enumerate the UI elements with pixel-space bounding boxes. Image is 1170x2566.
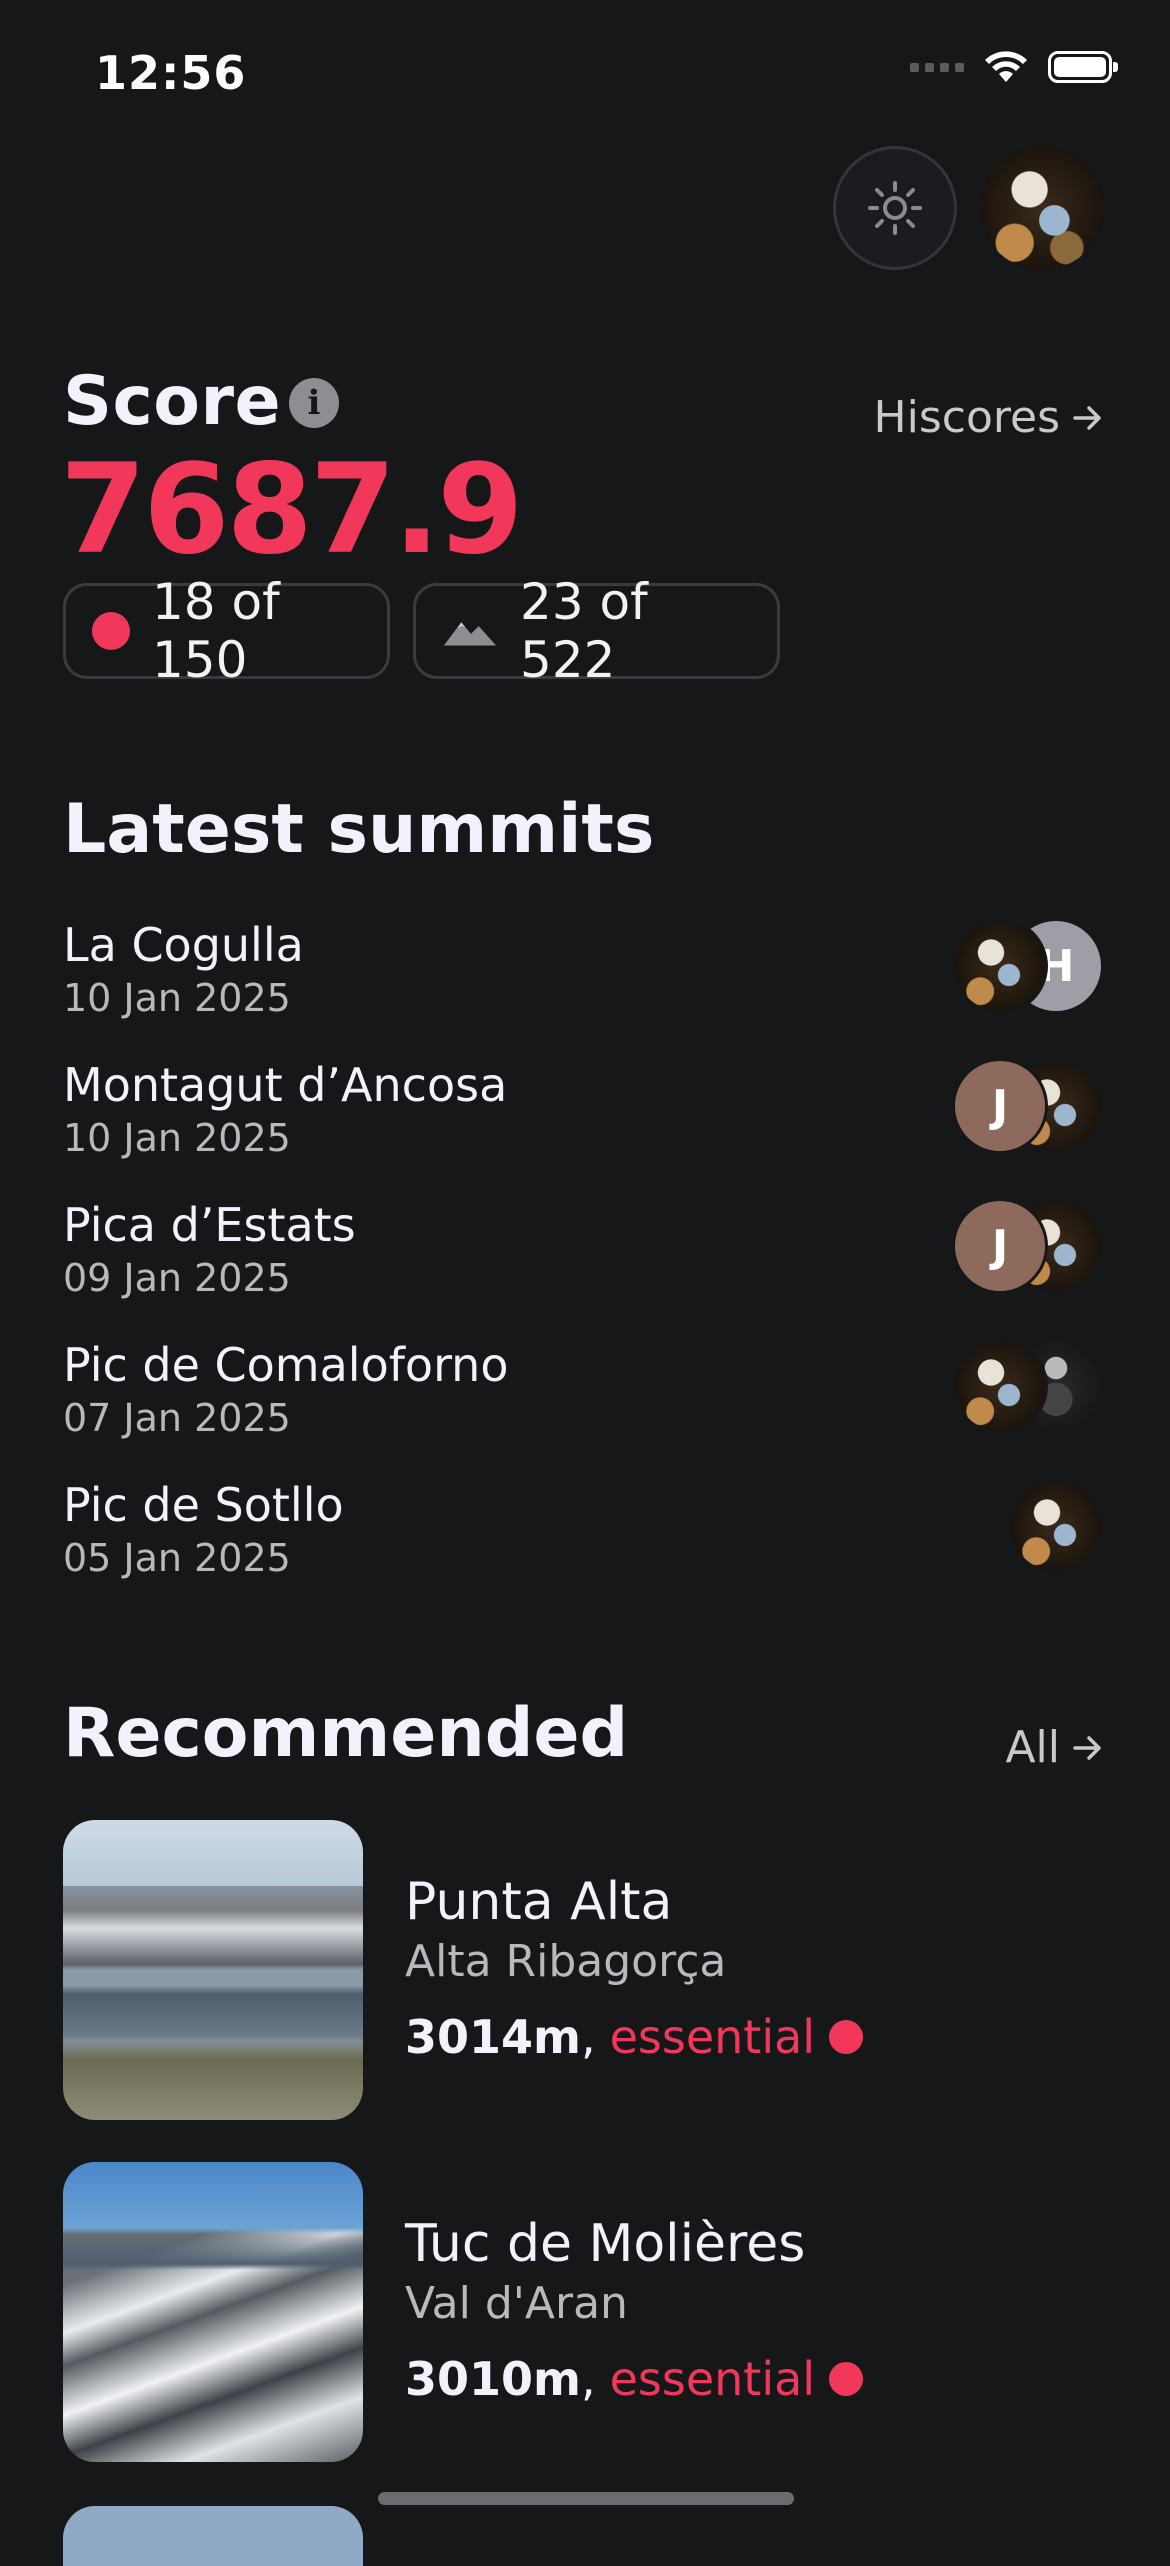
peak-region: Alta Ribagorça xyxy=(405,1936,727,1987)
arrow-right-icon xyxy=(1073,405,1101,430)
battery-icon xyxy=(1048,51,1118,83)
summit-date: 05 Jan 2025 xyxy=(63,1536,291,1580)
all-label: All xyxy=(1005,1722,1060,1773)
essential-dot-icon xyxy=(92,612,130,650)
all-link[interactable]: All xyxy=(1005,1722,1104,1773)
summit-name: Pic de Comaloforno xyxy=(63,1338,509,1392)
avatar xyxy=(952,1338,1048,1434)
avatar-j: J xyxy=(952,1058,1048,1154)
latest-summits-title: Latest summits xyxy=(63,790,655,869)
arrow-right-icon xyxy=(1073,1735,1101,1760)
summit-name: Montagut d’Ancosa xyxy=(63,1058,508,1112)
summit-row[interactable]: Pic de Sotllo 05 Jan 2025 xyxy=(63,1478,1104,1598)
peak-height: 3014m xyxy=(405,2010,581,2064)
peak-meta: 3010m, essential xyxy=(405,2352,864,2406)
summit-row[interactable]: Pic de Comaloforno 07 Jan 2025 xyxy=(63,1338,1104,1458)
peak-name: Tuc de Molières xyxy=(405,2214,806,2274)
peak-tag: essential xyxy=(609,2010,816,2064)
status-icons xyxy=(910,50,1118,84)
separator: , xyxy=(580,2352,596,2406)
peak-photo xyxy=(63,1820,363,2120)
summit-name: Pica d’Estats xyxy=(63,1198,356,1252)
wifi-icon xyxy=(985,51,1027,82)
separator: , xyxy=(580,2010,596,2064)
theme-toggle-button[interactable] xyxy=(833,146,957,270)
home-indicator[interactable] xyxy=(378,2492,794,2505)
info-icon[interactable]: i xyxy=(289,378,339,428)
summit-name: La Cogulla xyxy=(63,918,304,972)
status-time: 12:56 xyxy=(95,46,247,100)
summit-name: Pic de Sotllo xyxy=(63,1478,344,1532)
hiscores-link[interactable]: Hiscores xyxy=(874,392,1104,443)
hiscores-label: Hiscores xyxy=(873,392,1060,443)
recommended-card[interactable]: Tuc de Molières Val d'Aran 3010m, essenti… xyxy=(63,2162,1104,2462)
recommended-title: Recommended xyxy=(63,1694,629,1773)
signal-icon xyxy=(910,62,964,72)
summit-date: 07 Jan 2025 xyxy=(63,1396,291,1440)
peak-photo-partial[interactable] xyxy=(63,2506,363,2566)
peak-tag: essential xyxy=(609,2352,816,2406)
essential-dot-icon xyxy=(829,2362,864,2396)
summit-row[interactable]: Montagut d’Ancosa 10 Jan 2025 J xyxy=(63,1058,1104,1178)
summit-row[interactable]: Pica d’Estats 09 Jan 2025 J xyxy=(63,1198,1104,1318)
essential-count-pill[interactable]: 18 of 150 xyxy=(63,573,390,689)
sun-icon xyxy=(868,181,922,235)
peaks-count-pill[interactable]: 23 of 522 xyxy=(413,573,780,689)
essential-count: 18 of 150 xyxy=(152,573,280,689)
mountain-icon xyxy=(443,622,497,646)
profile-avatar[interactable] xyxy=(980,146,1104,270)
peak-meta: 3014m, essential xyxy=(405,2010,864,2064)
peak-region: Val d'Aran xyxy=(405,2278,628,2329)
avatar xyxy=(1008,1478,1104,1574)
summit-row[interactable]: La Cogulla 10 Jan 2025 H xyxy=(63,918,1104,1038)
avatar xyxy=(952,918,1048,1014)
peaks-count: 23 of 522 xyxy=(520,573,648,689)
summit-date: 10 Jan 2025 xyxy=(63,976,291,1020)
peak-height: 3010m xyxy=(405,2352,581,2406)
score-label: Score xyxy=(63,362,282,441)
summit-date: 09 Jan 2025 xyxy=(63,1256,291,1300)
avatar-j: J xyxy=(952,1198,1048,1294)
peak-name: Punta Alta xyxy=(405,1872,673,1932)
essential-dot-icon xyxy=(829,2020,864,2054)
summit-date: 10 Jan 2025 xyxy=(63,1116,291,1160)
score-value: 7687.9 xyxy=(60,438,524,582)
peak-photo xyxy=(63,2162,363,2462)
recommended-card[interactable]: Punta Alta Alta Ribagorça 3014m, essentia… xyxy=(63,1820,1104,2120)
